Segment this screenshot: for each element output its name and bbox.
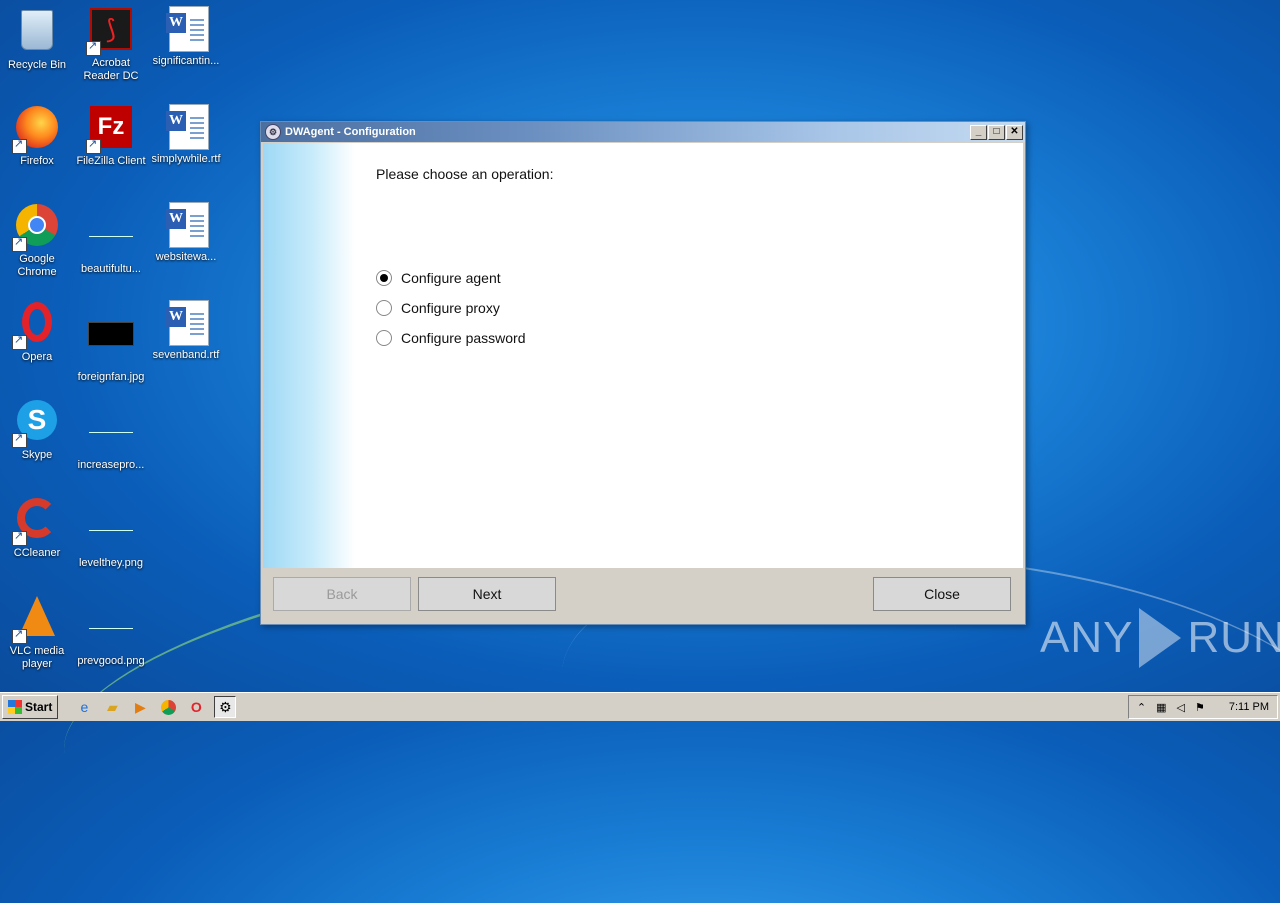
desktop-icon-skype[interactable]: S Skype — [0, 398, 74, 462]
filezilla-icon: Fz — [86, 106, 134, 154]
opera-icon — [12, 302, 60, 350]
desktop-icon-acrobat[interactable]: ⟆ Acrobat Reader DC — [74, 6, 148, 83]
firefox-icon — [12, 106, 60, 154]
image-file-icon — [88, 322, 134, 368]
opera-icon[interactable]: O — [186, 697, 206, 717]
radio-button-selected[interactable] — [376, 270, 392, 286]
desktop-icon-chrome[interactable]: Google Chrome — [0, 202, 74, 279]
chrome-icon[interactable] — [158, 697, 178, 717]
desktop-icon-vlc[interactable]: VLC media player — [0, 594, 74, 671]
desktop-icon-recycle-bin[interactable]: Recycle Bin — [0, 6, 74, 72]
image-file-icon — [88, 508, 134, 554]
recycle-bin-icon — [14, 10, 60, 56]
option-configure-proxy[interactable]: Configure proxy — [376, 300, 500, 316]
play-logo-icon — [1139, 608, 1182, 668]
window-title: DWAgent - Configuration — [285, 126, 416, 138]
word-doc-icon — [163, 104, 209, 150]
desktop-icon-beautifultu[interactable]: beautifultu... — [74, 202, 148, 276]
radio-button[interactable] — [376, 300, 392, 316]
anyrun-watermark: ANY RUN — [1040, 608, 1280, 668]
dwagent-config-window: ⚙ DWAgent - Configuration _ □ ✕ Please c… — [260, 121, 1026, 625]
operation-prompt: Please choose an operation: — [376, 166, 554, 182]
ccleaner-icon — [12, 498, 60, 546]
window-content: Please choose an operation: Configure ag… — [263, 143, 1023, 568]
desktop-icon-simplywhile[interactable]: simplywhile.rtf — [149, 104, 223, 166]
desktop-icon-firefox[interactable]: Firefox — [0, 104, 74, 168]
desktop-icon-opera[interactable]: Opera — [0, 300, 74, 364]
dwagent-icon: ⚙ — [265, 124, 281, 140]
media-player-icon[interactable]: ▶ — [130, 697, 150, 717]
vlc-icon — [12, 596, 60, 644]
option-configure-agent[interactable]: Configure agent — [376, 270, 501, 286]
start-button[interactable]: Start — [2, 695, 59, 719]
word-doc-icon — [163, 300, 209, 346]
option-label: Configure password — [401, 330, 526, 346]
window-footer: Back Next Close — [263, 568, 1023, 622]
taskbar: Start e ▰ ▶ O ⚙ ⌃ ▦ ◁ ⚑ 7:11 PM — [0, 692, 1280, 721]
next-button[interactable]: Next — [418, 577, 556, 611]
option-label: Configure proxy — [401, 300, 500, 316]
desktop-icon-significantin[interactable]: significantin... — [149, 6, 223, 68]
image-file-icon — [88, 606, 134, 652]
desktop-icon-sevenband[interactable]: sevenband.rtf — [149, 300, 223, 362]
close-window-button[interactable]: ✕ — [1006, 124, 1023, 140]
desktop-icon-prevgood[interactable]: prevgood.png — [74, 594, 148, 668]
chevron-up-icon[interactable]: ⌃ — [1137, 701, 1146, 714]
image-file-icon — [88, 214, 134, 260]
network-icon[interactable]: ▦ — [1156, 701, 1166, 714]
maximize-button[interactable]: □ — [988, 124, 1005, 140]
desktop-icon-increasepro[interactable]: increasepro... — [74, 398, 148, 472]
windows-logo-icon — [8, 700, 22, 714]
word-doc-icon — [163, 6, 209, 52]
desktop-icon-websitewa[interactable]: websitewa... — [149, 202, 223, 264]
minimize-button[interactable]: _ — [970, 124, 987, 140]
acrobat-icon: ⟆ — [86, 8, 134, 56]
option-configure-password[interactable]: Configure password — [376, 330, 526, 346]
window-titlebar[interactable]: ⚙ DWAgent - Configuration _ □ ✕ — [261, 122, 1025, 142]
back-button[interactable]: Back — [273, 577, 411, 611]
folder-icon[interactable]: ▰ — [102, 697, 122, 717]
close-button[interactable]: Close — [873, 577, 1011, 611]
flag-icon[interactable]: ⚑ — [1195, 701, 1205, 714]
word-doc-icon — [163, 202, 209, 248]
desktop-icon-filezilla[interactable]: Fz FileZilla Client — [74, 104, 148, 168]
dwagent-icon[interactable]: ⚙ — [214, 696, 237, 718]
desktop-icon-ccleaner[interactable]: CCleaner — [0, 496, 74, 560]
desktop-icon-foreignfan[interactable]: foreignfan.jpg — [74, 300, 148, 384]
skype-icon: S — [12, 400, 60, 448]
chrome-icon — [12, 204, 60, 252]
sidebar-gradient — [263, 143, 355, 568]
radio-button[interactable] — [376, 330, 392, 346]
system-tray: ⌃ ▦ ◁ ⚑ 7:11 PM — [1127, 695, 1278, 719]
image-file-icon — [88, 410, 134, 456]
option-label: Configure agent — [401, 270, 501, 286]
volume-icon[interactable]: ◁ — [1177, 701, 1185, 714]
internet-explorer-icon[interactable]: e — [74, 697, 94, 717]
desktop-icon-levelthey[interactable]: levelthey.png — [74, 496, 148, 570]
clock[interactable]: 7:11 PM — [1229, 701, 1269, 713]
